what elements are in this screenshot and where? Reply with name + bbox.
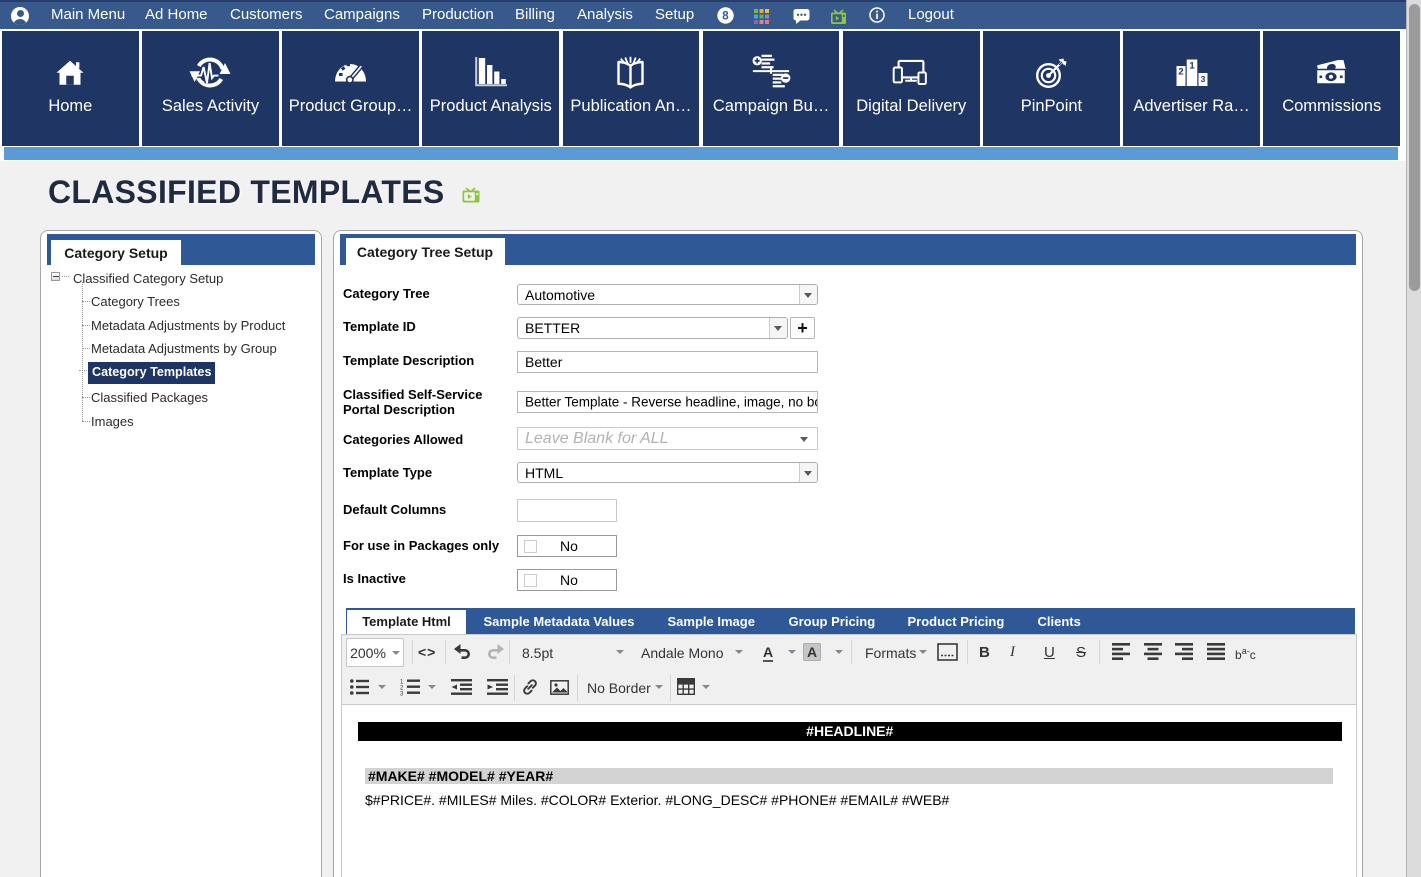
svg-text:8: 8 (722, 11, 729, 23)
svg-text:3: 3 (1200, 74, 1205, 84)
svg-text:2: 2 (1178, 66, 1183, 77)
svg-text:3: 3 (400, 692, 404, 697)
svg-text:1: 1 (1189, 60, 1195, 71)
